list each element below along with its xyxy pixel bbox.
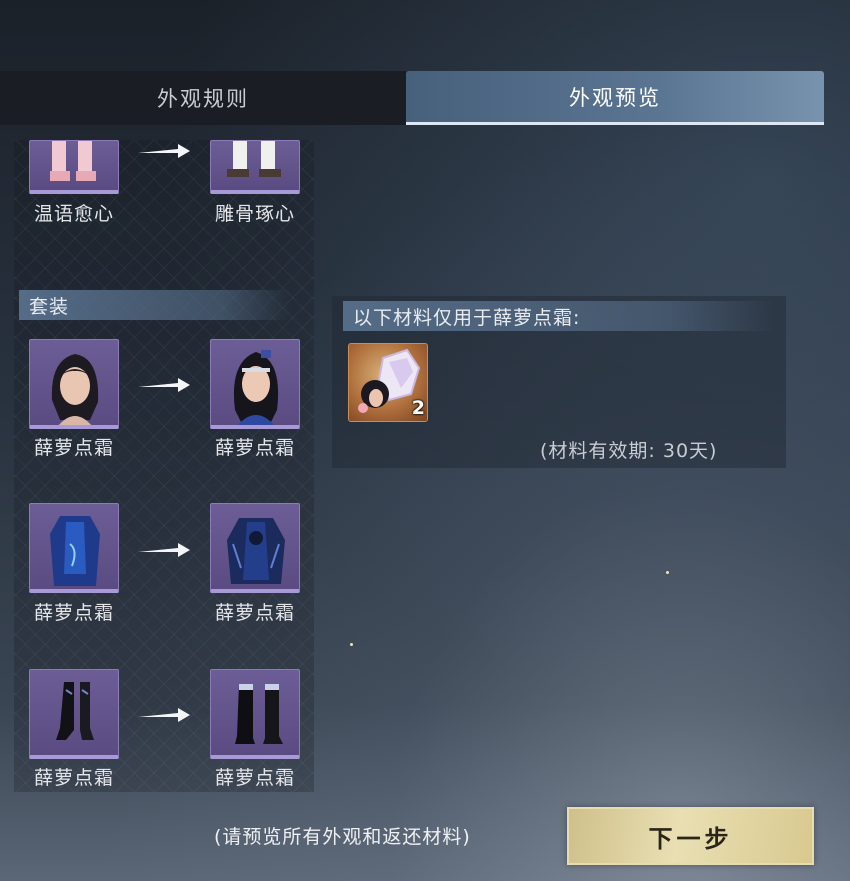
material-count: 2: [411, 397, 425, 419]
item-label-to: 雕骨琢心: [214, 203, 295, 225]
suit-slot-from-2[interactable]: [29, 503, 119, 593]
item-slot-to[interactable]: [210, 140, 300, 194]
tab-appearance-preview[interactable]: 外观预览: [406, 71, 824, 125]
suit-slot-from-3[interactable]: [29, 669, 119, 759]
portrait-icon: [233, 350, 279, 425]
suit-label-from-1: 薛萝点霜: [33, 437, 114, 459]
boots-icon: [235, 684, 283, 744]
arrow-right-icon: [138, 708, 190, 722]
materials-header: 以下材料仅用于薛萝点霜:: [343, 301, 775, 331]
arrow-right-icon: [138, 543, 190, 557]
robe-icon: [227, 518, 285, 584]
suit-section-header: 套装: [19, 290, 291, 320]
boots-icon: [227, 141, 281, 177]
material-item-slot[interactable]: 2: [348, 343, 428, 422]
suit-label-from-2: 薛萝点霜: [33, 602, 114, 624]
boots-icon: [50, 141, 96, 181]
suit-slot-to-1[interactable]: [210, 339, 300, 429]
item-label-from: 温语愈心: [33, 203, 114, 225]
suit-slot-to-3[interactable]: [210, 669, 300, 759]
suit-slot-to-2[interactable]: [210, 503, 300, 593]
portrait-icon: [51, 354, 99, 425]
item-slot-from[interactable]: [29, 140, 119, 194]
tab-bar: 外观规则 外观预览: [0, 71, 824, 125]
suit-label-to-1: 薛萝点霜: [214, 437, 295, 459]
sparkle-icon: [350, 643, 353, 646]
tab-appearance-rules[interactable]: 外观规则: [0, 71, 406, 125]
suit-slot-from-1[interactable]: [29, 339, 119, 429]
suit-label-from-3: 薛萝点霜: [33, 767, 114, 789]
sparkle-icon: [666, 571, 669, 574]
material-validity: (材料有效期: 30天): [540, 440, 718, 462]
arrow-right-icon: [138, 378, 190, 392]
boots-icon: [56, 682, 94, 740]
suit-label-to-2: 薛萝点霜: [214, 602, 295, 624]
arrow-right-icon: [138, 144, 190, 158]
suit-label-to-3: 薛萝点霜: [214, 767, 295, 789]
robe-icon: [50, 516, 100, 586]
next-step-button[interactable]: 下一步: [567, 807, 814, 865]
footer-hint: (请预览所有外观和返还材料): [214, 826, 471, 848]
